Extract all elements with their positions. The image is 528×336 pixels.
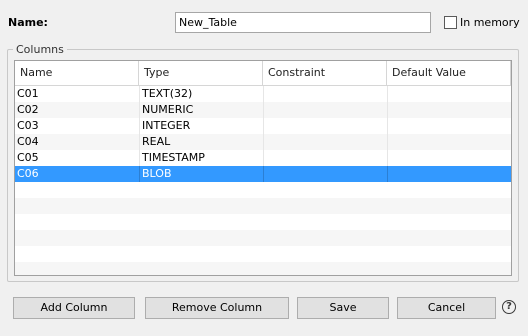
table-row[interactable]: C01 TEXT(32) <box>15 86 511 102</box>
cell-default[interactable] <box>387 86 511 102</box>
help-icon[interactable]: ? <box>502 300 516 314</box>
cell-type[interactable]: REAL <box>139 134 263 150</box>
cell-default[interactable] <box>387 166 511 182</box>
header-type[interactable]: Type <box>139 61 263 85</box>
cell-name[interactable]: C01 <box>15 86 139 102</box>
empty-row <box>15 214 511 230</box>
cell-type[interactable]: TEXT(32) <box>139 86 263 102</box>
header-constraint[interactable]: Constraint <box>263 61 387 85</box>
empty-row <box>15 230 511 246</box>
cell-type[interactable]: NUMERIC <box>139 102 263 118</box>
cell-default[interactable] <box>387 134 511 150</box>
add-column-button[interactable]: Add Column <box>13 297 135 319</box>
cell-name[interactable]: C05 <box>15 150 139 166</box>
cell-type[interactable]: TIMESTAMP <box>139 150 263 166</box>
cell-type[interactable]: INTEGER <box>139 118 263 134</box>
table-row[interactable]: C05 TIMESTAMP <box>15 150 511 166</box>
table-name-input[interactable] <box>175 12 431 33</box>
cell-constraint[interactable] <box>263 86 387 102</box>
cell-default[interactable] <box>387 102 511 118</box>
cell-name[interactable]: C02 <box>15 102 139 118</box>
in-memory-label: In memory <box>460 16 520 29</box>
cell-constraint[interactable] <box>263 150 387 166</box>
header-default-value[interactable]: Default Value <box>387 61 511 85</box>
name-label: Name: <box>8 16 48 29</box>
columns-group-title: Columns <box>13 43 67 56</box>
table-row[interactable]: C03 INTEGER <box>15 118 511 134</box>
save-button[interactable]: Save <box>297 297 389 319</box>
cell-constraint[interactable] <box>263 166 387 182</box>
cell-default[interactable] <box>387 118 511 134</box>
cell-constraint[interactable] <box>263 118 387 134</box>
table-row[interactable]: C04 REAL <box>15 134 511 150</box>
cancel-button[interactable]: Cancel <box>397 297 496 319</box>
table-row[interactable]: C02 NUMERIC <box>15 102 511 118</box>
cell-name[interactable]: C04 <box>15 134 139 150</box>
cell-constraint[interactable] <box>263 134 387 150</box>
cell-name[interactable]: C06 <box>15 166 139 182</box>
cell-type[interactable]: BLOB <box>139 166 263 182</box>
table-header: Name Type Constraint Default Value <box>15 61 511 86</box>
empty-row <box>15 182 511 198</box>
empty-row <box>15 246 511 262</box>
columns-table[interactable]: Name Type Constraint Default Value C01 T… <box>14 60 512 276</box>
in-memory-checkbox[interactable] <box>444 16 457 29</box>
empty-row <box>15 262 511 275</box>
remove-column-button[interactable]: Remove Column <box>145 297 289 319</box>
table-row-selected[interactable]: C06 BLOB <box>15 166 511 182</box>
header-name[interactable]: Name <box>15 61 139 85</box>
cell-name[interactable]: C03 <box>15 118 139 134</box>
cell-default[interactable] <box>387 150 511 166</box>
empty-row <box>15 198 511 214</box>
cell-constraint[interactable] <box>263 102 387 118</box>
table-rows: C01 TEXT(32) C02 NUMERIC C03 INTEGER C04… <box>15 86 511 275</box>
